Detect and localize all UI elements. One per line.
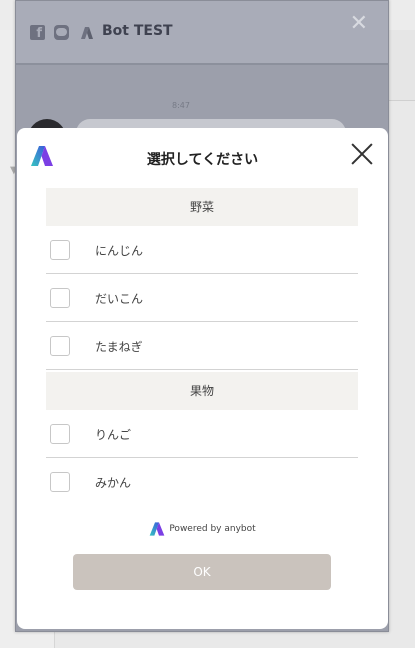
category-header-fruits: 果物	[46, 372, 358, 410]
checkbox[interactable]	[50, 288, 70, 308]
ok-button[interactable]: OK	[73, 554, 331, 590]
line-icon	[54, 25, 69, 40]
modal-title: 選択してください	[146, 152, 259, 168]
list-item[interactable]: みかん	[46, 458, 358, 500]
checkbox[interactable]	[50, 240, 70, 260]
message-timestamp: 8:47	[172, 101, 190, 110]
close-icon[interactable]: ✕	[350, 13, 368, 35]
checkbox[interactable]	[50, 472, 70, 492]
option-label: りんご	[95, 428, 132, 442]
category-header-vegetables: 野菜	[46, 188, 358, 226]
chat-title: Bot TEST	[102, 23, 173, 39]
list-item[interactable]: りんご	[46, 410, 358, 458]
powered-by-text: Powered by anybot	[169, 523, 256, 534]
powered-by: Powered by anybot	[17, 518, 388, 537]
list-item[interactable]: だいこん	[46, 274, 358, 322]
close-icon[interactable]	[350, 142, 374, 166]
anybot-icon	[81, 27, 93, 39]
option-label: だいこん	[95, 292, 144, 306]
checkbox[interactable]	[50, 336, 70, 356]
option-label: たまねぎ	[95, 340, 143, 354]
options-list[interactable]: 野菜 にんじん だいこん たまねぎ 果物 りんご みかん	[46, 188, 358, 500]
option-label: みかん	[95, 476, 132, 490]
chat-header: f Bot TEST ✕	[16, 1, 388, 65]
anybot-logo-icon	[149, 521, 165, 536]
checkbox[interactable]	[50, 424, 70, 444]
option-label: にんじん	[95, 244, 144, 258]
list-item[interactable]: にんじん	[46, 226, 358, 274]
facebook-icon: f	[30, 25, 45, 41]
list-item[interactable]: たまねぎ	[46, 322, 358, 370]
selection-modal: 選択してください 野菜 にんじん だいこん たまねぎ 果物 りんご みかん Po	[17, 128, 388, 629]
